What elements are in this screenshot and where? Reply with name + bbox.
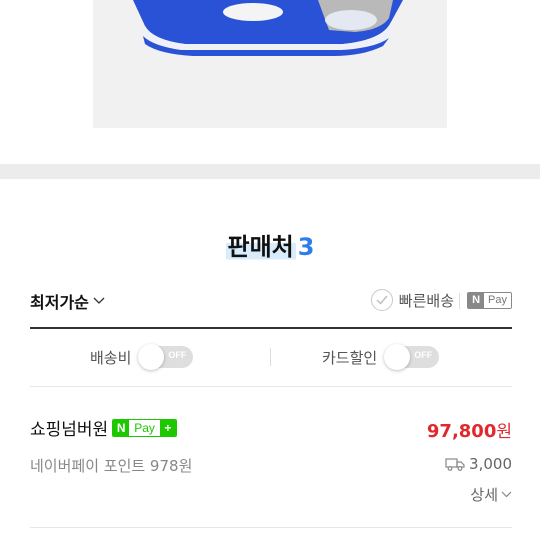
sort-bar: 최저가순 빠른배송 N Pay bbox=[30, 289, 512, 315]
shoe-image bbox=[133, 0, 403, 56]
plus-icon: + bbox=[159, 419, 176, 436]
npay-n-mark: N bbox=[468, 293, 485, 308]
chevron-down-icon bbox=[93, 297, 105, 304]
toggle-state: OFF bbox=[168, 350, 187, 360]
product-image bbox=[93, 0, 447, 128]
check-icon bbox=[370, 289, 393, 311]
fast-shipping-label: 빠른배송 bbox=[398, 291, 454, 310]
toggle-knob bbox=[138, 344, 165, 370]
toggle-state: OFF bbox=[414, 350, 433, 360]
npay-points: 네이버페이 포인트 978원 bbox=[30, 457, 193, 475]
seller-name[interactable]: 쇼핑넘버원 bbox=[30, 415, 108, 440]
detail-button[interactable]: 상세 bbox=[470, 484, 512, 505]
card-discount-filter: 카드할인 OFF bbox=[322, 340, 440, 374]
toggle-knob bbox=[384, 344, 411, 370]
card-discount-label: 카드할인 bbox=[322, 348, 378, 367]
seller-name-line: 쇼핑넘버원 N Pay + bbox=[30, 415, 177, 440]
row-divider bbox=[30, 527, 512, 528]
seller-price[interactable]: 97,800원 bbox=[427, 417, 512, 442]
section-divider bbox=[0, 164, 540, 179]
npay-plus-badge: N Pay + bbox=[112, 418, 177, 437]
free-shipping-toggle[interactable]: OFF bbox=[138, 344, 194, 370]
card-discount-toggle[interactable]: OFF bbox=[384, 344, 440, 370]
sort-separator bbox=[459, 293, 460, 309]
sort-dropdown[interactable]: 최저가순 bbox=[30, 289, 105, 313]
toggle-filter-row: 배송비 OFF 카드할인 OFF bbox=[30, 340, 512, 374]
filter-divider bbox=[30, 327, 512, 329]
npay-filter-button[interactable]: N Pay bbox=[467, 292, 512, 309]
price-value: 97,800 bbox=[426, 421, 497, 442]
fast-shipping-filter[interactable]: 빠른배송 bbox=[370, 289, 454, 311]
seller-title-text: 판매처 bbox=[225, 233, 296, 261]
seller-count: 3 bbox=[297, 233, 315, 261]
shipping-fee: 3,000 bbox=[445, 455, 512, 473]
row-divider bbox=[30, 386, 512, 387]
chevron-down-icon bbox=[501, 491, 512, 498]
shipping-fee-value: 3,000 bbox=[469, 455, 512, 473]
npay-n-mark: N bbox=[113, 419, 130, 436]
detail-label: 상세 bbox=[470, 486, 498, 504]
truck-icon bbox=[445, 458, 465, 471]
price-currency: 원 bbox=[496, 422, 512, 442]
seller-list-item[interactable]: 쇼핑넘버원 N Pay + 97,800원 네이버페이 포인트 978원 3,0… bbox=[30, 415, 512, 515]
sort-label: 최저가순 bbox=[30, 293, 89, 312]
free-shipping-label: 배송비 bbox=[90, 348, 132, 367]
free-shipping-filter: 배송비 OFF bbox=[90, 340, 194, 374]
toggle-separator bbox=[270, 348, 271, 366]
seller-section-title: 판매처 3 bbox=[0, 227, 540, 262]
npay-pay-text: Pay bbox=[129, 419, 160, 436]
npay-pay-text: Pay bbox=[484, 293, 511, 308]
